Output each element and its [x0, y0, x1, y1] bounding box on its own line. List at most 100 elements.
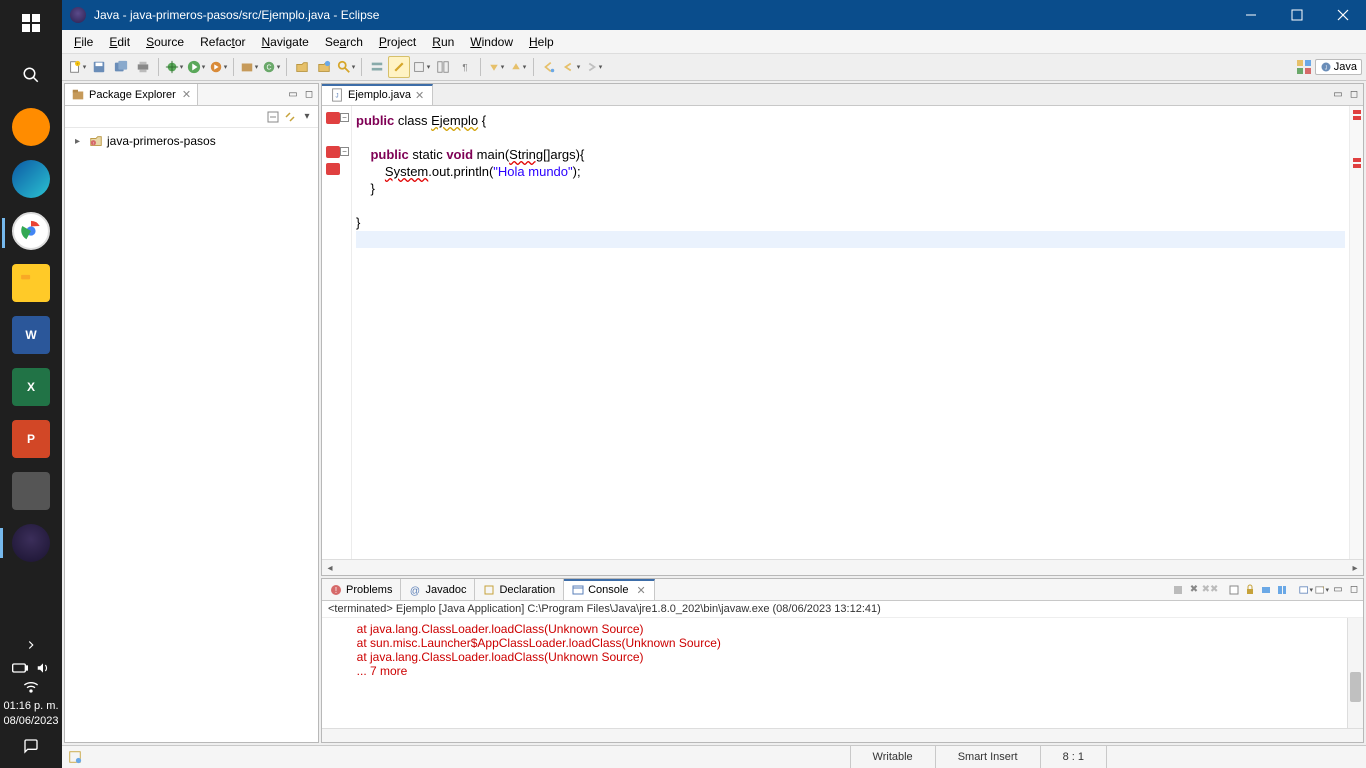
- taskbar-firefox[interactable]: [12, 108, 50, 146]
- debug-button[interactable]: [163, 56, 185, 78]
- status-icon[interactable]: [68, 750, 82, 764]
- scroll-right-button[interactable]: ▸: [1347, 560, 1363, 576]
- save-button[interactable]: [88, 56, 110, 78]
- notifications-icon[interactable]: [12, 734, 50, 758]
- menu-refactor[interactable]: Refactor: [192, 33, 253, 51]
- tray-overflow-icon[interactable]: [12, 635, 50, 655]
- open-perspective-button[interactable]: [1293, 56, 1315, 78]
- new-button[interactable]: +: [66, 56, 88, 78]
- taskbar-edge[interactable]: [12, 160, 50, 198]
- display-console-button[interactable]: [1275, 583, 1289, 597]
- expand-toggle[interactable]: ▸: [75, 136, 85, 147]
- taskbar-excel[interactable]: X: [12, 368, 50, 406]
- annotation-nav-button[interactable]: [410, 56, 432, 78]
- taskbar-eclipse[interactable]: [12, 524, 50, 562]
- maximize-view-button[interactable]: ◻: [1347, 88, 1361, 102]
- prev-annotation-button[interactable]: [507, 56, 529, 78]
- search-icon[interactable]: [12, 56, 50, 94]
- error-marker-icon[interactable]: [326, 146, 340, 158]
- tab-declaration[interactable]: Declaration: [475, 579, 564, 600]
- overview-error-mark[interactable]: [1353, 116, 1361, 120]
- minimize-view-button[interactable]: ▭: [1331, 88, 1345, 102]
- open-type-button[interactable]: [291, 56, 313, 78]
- back-button[interactable]: [560, 56, 582, 78]
- menu-file[interactable]: File: [66, 33, 101, 51]
- menu-source[interactable]: Source: [138, 33, 192, 51]
- taskbar-word[interactable]: W: [12, 316, 50, 354]
- scroll-lock-button[interactable]: [1243, 583, 1257, 597]
- volume-icon[interactable]: [36, 661, 50, 675]
- error-marker-icon[interactable]: [326, 112, 340, 124]
- print-button[interactable]: [132, 56, 154, 78]
- forward-button[interactable]: [582, 56, 604, 78]
- taskbar-file-explorer[interactable]: [12, 264, 50, 302]
- minimize-view-button[interactable]: ▭: [1331, 583, 1345, 597]
- taskbar-app-other[interactable]: [12, 472, 50, 510]
- menu-help[interactable]: Help: [521, 33, 562, 51]
- overview-error-mark[interactable]: [1353, 110, 1361, 114]
- tab-javadoc[interactable]: @ Javadoc: [401, 579, 475, 600]
- next-annotation-button[interactable]: [485, 56, 507, 78]
- collapse-all-button[interactable]: [266, 110, 280, 124]
- search-button[interactable]: [335, 56, 357, 78]
- pin-console-button[interactable]: [1259, 583, 1273, 597]
- fold-toggle[interactable]: −: [340, 147, 349, 156]
- clear-console-button[interactable]: [1227, 583, 1241, 597]
- maximize-view-button[interactable]: ◻: [1347, 583, 1361, 597]
- console-hscrollbar[interactable]: [322, 728, 1363, 742]
- new-package-button[interactable]: [238, 56, 260, 78]
- overview-error-mark[interactable]: [1353, 158, 1361, 162]
- open-task-button[interactable]: [313, 56, 335, 78]
- console-output[interactable]: at java.lang.ClassLoader.loadClass(Unkno…: [322, 618, 1363, 728]
- perspective-java[interactable]: J Java: [1315, 59, 1362, 75]
- block-select-button[interactable]: [432, 56, 454, 78]
- last-edit-button[interactable]: [538, 56, 560, 78]
- tab-problems[interactable]: ! Problems: [322, 579, 401, 600]
- start-button[interactable]: [12, 4, 50, 42]
- remove-all-button[interactable]: ✖✖: [1203, 583, 1217, 597]
- taskbar-powerpoint[interactable]: P: [12, 420, 50, 458]
- code-area[interactable]: public class Ejemplo { public static voi…: [352, 106, 1349, 559]
- view-menu-button[interactable]: ▾: [300, 110, 314, 124]
- wifi-icon[interactable]: [23, 681, 39, 693]
- menu-edit[interactable]: Edit: [101, 33, 138, 51]
- tree-item-project[interactable]: ▸ ! java-primeros-pasos: [71, 132, 312, 150]
- error-marker-icon[interactable]: [326, 163, 340, 175]
- remove-launch-button[interactable]: ✖: [1187, 583, 1201, 597]
- editor-hscrollbar[interactable]: ◂ ▸: [322, 559, 1363, 575]
- menu-project[interactable]: Project: [371, 33, 424, 51]
- tab-console[interactable]: Console ✕: [564, 579, 655, 600]
- menu-search[interactable]: Search: [317, 33, 371, 51]
- run-last-button[interactable]: [207, 56, 229, 78]
- close-button[interactable]: [1320, 0, 1366, 30]
- package-explorer-tab[interactable]: Package Explorer ✕: [65, 84, 198, 105]
- titlebar[interactable]: Java - java-primeros-pasos/src/Ejemplo.j…: [62, 0, 1366, 30]
- toggle-breadcrumb-button[interactable]: [366, 56, 388, 78]
- close-icon[interactable]: ✕: [636, 584, 645, 597]
- terminate-button[interactable]: [1171, 583, 1185, 597]
- console-vscrollbar[interactable]: [1347, 618, 1363, 728]
- overview-error-mark[interactable]: [1353, 164, 1361, 168]
- minimize-button[interactable]: [1228, 0, 1274, 30]
- overview-ruler[interactable]: [1349, 106, 1363, 559]
- editor-tab[interactable]: J Ejemplo.java ✕: [322, 84, 433, 105]
- save-all-button[interactable]: [110, 56, 132, 78]
- fold-toggle[interactable]: −: [340, 113, 349, 122]
- minimize-view-button[interactable]: ▭: [286, 88, 300, 102]
- new-class-button[interactable]: C: [260, 56, 282, 78]
- close-icon[interactable]: ✕: [182, 88, 191, 101]
- menu-window[interactable]: Window: [462, 33, 521, 51]
- package-explorer-tree[interactable]: ▸ ! java-primeros-pasos: [65, 128, 318, 742]
- link-editor-button[interactable]: [283, 110, 297, 124]
- open-console-button[interactable]: [1299, 583, 1313, 597]
- toggle-mark-button[interactable]: [388, 56, 410, 78]
- editor-gutter[interactable]: − −: [322, 106, 352, 559]
- battery-icon[interactable]: [12, 663, 28, 673]
- show-whitespace-button[interactable]: ¶: [454, 56, 476, 78]
- menu-navigate[interactable]: Navigate: [253, 33, 316, 51]
- maximize-view-button[interactable]: ◻: [302, 88, 316, 102]
- editor-body[interactable]: − − public class Ejemplo { public static…: [322, 106, 1363, 559]
- run-button[interactable]: [185, 56, 207, 78]
- new-console-button[interactable]: +: [1315, 583, 1329, 597]
- close-icon[interactable]: ✕: [415, 89, 424, 102]
